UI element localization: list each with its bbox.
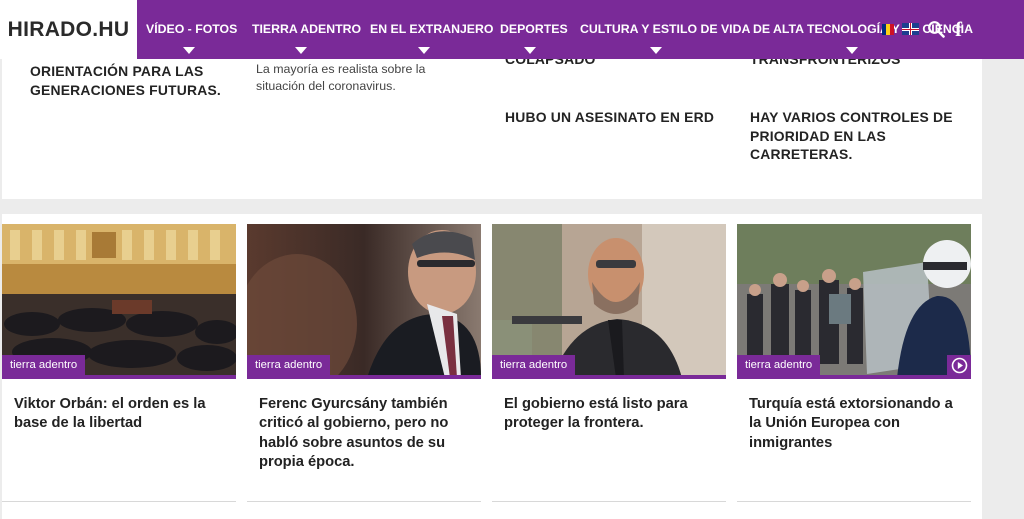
nav-label: CULTURA Y ESTILO DE VIDA — [580, 22, 751, 36]
chevron-down-icon — [650, 47, 662, 54]
chevron-down-icon — [524, 47, 536, 54]
nav-label: TIERRA ADENTRO — [252, 22, 362, 36]
headline-link[interactable]: HAY VARIOS CONTROLES DE PRIORIDAD EN LAS… — [750, 108, 970, 164]
news-card[interactable]: tierra adentro Ferenc Gyurcsány también … — [247, 224, 481, 519]
headline-link[interactable]: HUBO UN ASESINATO EN ERD — [505, 108, 735, 127]
nav-label: EN EL EXTRANJERO — [370, 22, 494, 36]
card-title[interactable]: El gobierno está listo para proteger la … — [504, 395, 716, 434]
category-tag[interactable]: tierra adentro — [2, 355, 86, 376]
divider — [492, 501, 726, 502]
card-title[interactable]: Turquía está extorsionando a la Unión Eu… — [749, 395, 961, 453]
headline-link[interactable]: ORIENTACIÓN PARA LAS GENERACIONES FUTURA… — [30, 62, 240, 99]
site-logo: HIRADO.HU — [7, 17, 130, 41]
chevron-down-icon — [846, 47, 858, 54]
top-headlines-section: ORIENTACIÓN PARA LAS GENERACIONES FUTURA… — [2, 40, 982, 199]
site-header: HIRADO.HU VÍDEO - FOTOS TIERRA ADENTRO E… — [0, 0, 1024, 59]
card-title[interactable]: Ferenc Gyurcsány también criticó al gobi… — [259, 395, 471, 473]
divider — [737, 501, 971, 502]
flag-romania-icon[interactable] — [882, 24, 894, 35]
search-icon[interactable] — [927, 20, 945, 38]
news-card[interactable]: tierra adentro Turquía está extorsionand… — [737, 224, 971, 519]
chevron-down-icon — [418, 47, 430, 54]
divider — [247, 501, 481, 502]
flag-uk-icon[interactable] — [902, 23, 919, 35]
logo-link[interactable]: HIRADO.HU — [0, 0, 137, 59]
category-tag[interactable]: tierra adentro — [737, 355, 821, 376]
divider — [2, 501, 236, 502]
nav-label: DEPORTES — [500, 22, 568, 36]
play-video-icon[interactable] — [947, 355, 971, 376]
nav-label: VÍDEO - FOTOS — [146, 22, 238, 36]
news-card[interactable]: tierra adentro Viktor Orbán: el orden es… — [2, 224, 236, 519]
category-tag[interactable]: tierra adentro — [492, 355, 576, 376]
news-cards-section: tierra adentro Viktor Orbán: el orden es… — [2, 214, 982, 519]
chevron-down-icon — [295, 47, 307, 54]
news-card[interactable]: tierra adentro El gobierno está listo pa… — [492, 224, 726, 519]
headline-summary[interactable]: La mayoría es realista sobre la situació… — [256, 61, 466, 95]
card-title[interactable]: Viktor Orbán: el orden es la base de la … — [14, 395, 226, 434]
facebook-icon[interactable]: f — [955, 17, 962, 41]
category-tag[interactable]: tierra adentro — [247, 355, 331, 376]
chevron-down-icon — [183, 47, 195, 54]
